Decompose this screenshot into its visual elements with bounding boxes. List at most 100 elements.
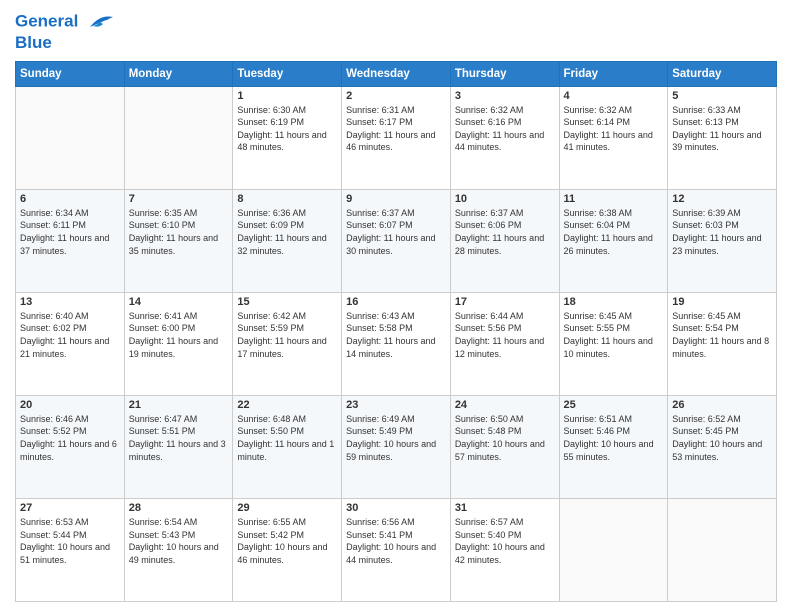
- day-detail: Sunrise: 6:36 AM Sunset: 6:09 PM Dayligh…: [237, 207, 337, 257]
- calendar-cell: 8 Sunrise: 6:36 AM Sunset: 6:09 PM Daylig…: [233, 189, 342, 292]
- calendar-cell: 20 Sunrise: 6:46 AM Sunset: 5:52 PM Dayli…: [16, 395, 125, 498]
- weekday-thursday: Thursday: [450, 61, 559, 86]
- day-number: 7: [129, 193, 229, 205]
- day-detail: Sunrise: 6:33 AM Sunset: 6:13 PM Dayligh…: [672, 104, 772, 154]
- logo-bird-icon: [85, 10, 115, 34]
- day-number: 6: [20, 193, 120, 205]
- day-detail: Sunrise: 6:44 AM Sunset: 5:56 PM Dayligh…: [455, 310, 555, 360]
- week-row-4: 20 Sunrise: 6:46 AM Sunset: 5:52 PM Dayli…: [16, 395, 777, 498]
- day-detail: Sunrise: 6:32 AM Sunset: 6:14 PM Dayligh…: [564, 104, 664, 154]
- day-number: 12: [672, 193, 772, 205]
- day-detail: Sunrise: 6:37 AM Sunset: 6:07 PM Dayligh…: [346, 207, 446, 257]
- week-row-1: 1Sunrise: 6:30 AM Sunset: 6:19 PM Daylig…: [16, 86, 777, 189]
- calendar-cell: [559, 498, 668, 601]
- day-number: 21: [129, 399, 229, 411]
- day-number: 26: [672, 399, 772, 411]
- day-detail: Sunrise: 6:35 AM Sunset: 6:10 PM Dayligh…: [129, 207, 229, 257]
- calendar-cell: 24 Sunrise: 6:50 AM Sunset: 5:48 PM Dayli…: [450, 395, 559, 498]
- calendar-table: SundayMondayTuesdayWednesdayThursdayFrid…: [15, 61, 777, 602]
- day-number: 20: [20, 399, 120, 411]
- calendar-cell: 29 Sunrise: 6:55 AM Sunset: 5:42 PM Dayli…: [233, 498, 342, 601]
- calendar-cell: 14 Sunrise: 6:41 AM Sunset: 6:00 PM Dayli…: [124, 292, 233, 395]
- calendar-cell: 7 Sunrise: 6:35 AM Sunset: 6:10 PM Daylig…: [124, 189, 233, 292]
- day-detail: Sunrise: 6:32 AM Sunset: 6:16 PM Dayligh…: [455, 104, 555, 154]
- day-detail: Sunrise: 6:42 AM Sunset: 5:59 PM Dayligh…: [237, 310, 337, 360]
- day-number: 27: [20, 502, 120, 514]
- calendar-cell: 9 Sunrise: 6:37 AM Sunset: 6:07 PM Daylig…: [342, 189, 451, 292]
- day-number: 15: [237, 296, 337, 308]
- calendar-cell: 28 Sunrise: 6:54 AM Sunset: 5:43 PM Dayli…: [124, 498, 233, 601]
- day-number: 17: [455, 296, 555, 308]
- day-detail: Sunrise: 6:41 AM Sunset: 6:00 PM Dayligh…: [129, 310, 229, 360]
- calendar-cell: 30 Sunrise: 6:56 AM Sunset: 5:41 PM Dayli…: [342, 498, 451, 601]
- calendar-cell: 13Sunrise: 6:40 AM Sunset: 6:02 PM Dayli…: [16, 292, 125, 395]
- week-row-2: 6 Sunrise: 6:34 AM Sunset: 6:11 PM Daylig…: [16, 189, 777, 292]
- page: General Blue SundayMondayTuesdayWednesda…: [0, 0, 792, 612]
- calendar-cell: 27 Sunrise: 6:53 AM Sunset: 5:44 PM Dayli…: [16, 498, 125, 601]
- day-detail: Sunrise: 6:53 AM Sunset: 5:44 PM Dayligh…: [20, 516, 120, 566]
- calendar-cell: 23 Sunrise: 6:49 AM Sunset: 5:49 PM Dayli…: [342, 395, 451, 498]
- day-detail: Sunrise: 6:52 AM Sunset: 5:45 PM Dayligh…: [672, 413, 772, 463]
- day-number: 30: [346, 502, 446, 514]
- day-number: 14: [129, 296, 229, 308]
- calendar-cell: 17 Sunrise: 6:44 AM Sunset: 5:56 PM Dayli…: [450, 292, 559, 395]
- day-detail: Sunrise: 6:43 AM Sunset: 5:58 PM Dayligh…: [346, 310, 446, 360]
- calendar-cell: 6 Sunrise: 6:34 AM Sunset: 6:11 PM Daylig…: [16, 189, 125, 292]
- calendar-cell: 19Sunrise: 6:45 AM Sunset: 5:54 PM Dayli…: [668, 292, 777, 395]
- calendar-cell: [668, 498, 777, 601]
- day-number: 3: [455, 90, 555, 102]
- day-number: 16: [346, 296, 446, 308]
- day-detail: Sunrise: 6:54 AM Sunset: 5:43 PM Dayligh…: [129, 516, 229, 566]
- day-number: 11: [564, 193, 664, 205]
- day-detail: Sunrise: 6:51 AM Sunset: 5:46 PM Dayligh…: [564, 413, 664, 463]
- day-detail: Sunrise: 6:45 AM Sunset: 5:55 PM Dayligh…: [564, 310, 664, 360]
- calendar-cell: 22Sunrise: 6:48 AM Sunset: 5:50 PM Dayli…: [233, 395, 342, 498]
- weekday-header-row: SundayMondayTuesdayWednesdayThursdayFrid…: [16, 61, 777, 86]
- day-detail: Sunrise: 6:37 AM Sunset: 6:06 PM Dayligh…: [455, 207, 555, 257]
- calendar-cell: 31Sunrise: 6:57 AM Sunset: 5:40 PM Dayli…: [450, 498, 559, 601]
- weekday-wednesday: Wednesday: [342, 61, 451, 86]
- day-number: 29: [237, 502, 337, 514]
- calendar-cell: 3 Sunrise: 6:32 AM Sunset: 6:16 PM Daylig…: [450, 86, 559, 189]
- calendar-cell: 18 Sunrise: 6:45 AM Sunset: 5:55 PM Dayli…: [559, 292, 668, 395]
- calendar-cell: 16 Sunrise: 6:43 AM Sunset: 5:58 PM Dayli…: [342, 292, 451, 395]
- calendar-cell: [124, 86, 233, 189]
- weekday-tuesday: Tuesday: [233, 61, 342, 86]
- day-detail: Sunrise: 6:50 AM Sunset: 5:48 PM Dayligh…: [455, 413, 555, 463]
- day-number: 28: [129, 502, 229, 514]
- calendar-cell: 5Sunrise: 6:33 AM Sunset: 6:13 PM Daylig…: [668, 86, 777, 189]
- calendar-cell: 4Sunrise: 6:32 AM Sunset: 6:14 PM Daylig…: [559, 86, 668, 189]
- logo-general: General: [15, 11, 78, 30]
- day-detail: Sunrise: 6:39 AM Sunset: 6:03 PM Dayligh…: [672, 207, 772, 257]
- calendar-cell: 11Sunrise: 6:38 AM Sunset: 6:04 PM Dayli…: [559, 189, 668, 292]
- day-detail: Sunrise: 6:31 AM Sunset: 6:17 PM Dayligh…: [346, 104, 446, 154]
- weekday-sunday: Sunday: [16, 61, 125, 86]
- weekday-monday: Monday: [124, 61, 233, 86]
- calendar-cell: 2Sunrise: 6:31 AM Sunset: 6:17 PM Daylig…: [342, 86, 451, 189]
- day-detail: Sunrise: 6:46 AM Sunset: 5:52 PM Dayligh…: [20, 413, 120, 463]
- weekday-saturday: Saturday: [668, 61, 777, 86]
- calendar-cell: 12 Sunrise: 6:39 AM Sunset: 6:03 PM Dayli…: [668, 189, 777, 292]
- day-detail: Sunrise: 6:34 AM Sunset: 6:11 PM Dayligh…: [20, 207, 120, 257]
- day-number: 31: [455, 502, 555, 514]
- calendar-cell: 26 Sunrise: 6:52 AM Sunset: 5:45 PM Dayli…: [668, 395, 777, 498]
- day-detail: Sunrise: 6:55 AM Sunset: 5:42 PM Dayligh…: [237, 516, 337, 566]
- logo: General Blue: [15, 10, 115, 53]
- day-number: 10: [455, 193, 555, 205]
- header: General Blue: [15, 10, 777, 53]
- day-number: 1: [237, 90, 337, 102]
- day-number: 13: [20, 296, 120, 308]
- calendar-cell: 21 Sunrise: 6:47 AM Sunset: 5:51 PM Dayli…: [124, 395, 233, 498]
- day-number: 18: [564, 296, 664, 308]
- day-detail: Sunrise: 6:49 AM Sunset: 5:49 PM Dayligh…: [346, 413, 446, 463]
- day-number: 19: [672, 296, 772, 308]
- week-row-5: 27 Sunrise: 6:53 AM Sunset: 5:44 PM Dayli…: [16, 498, 777, 601]
- day-detail: Sunrise: 6:47 AM Sunset: 5:51 PM Dayligh…: [129, 413, 229, 463]
- day-number: 23: [346, 399, 446, 411]
- day-number: 9: [346, 193, 446, 205]
- day-number: 24: [455, 399, 555, 411]
- day-number: 8: [237, 193, 337, 205]
- day-detail: Sunrise: 6:48 AM Sunset: 5:50 PM Dayligh…: [237, 413, 337, 463]
- day-number: 25: [564, 399, 664, 411]
- day-detail: Sunrise: 6:56 AM Sunset: 5:41 PM Dayligh…: [346, 516, 446, 566]
